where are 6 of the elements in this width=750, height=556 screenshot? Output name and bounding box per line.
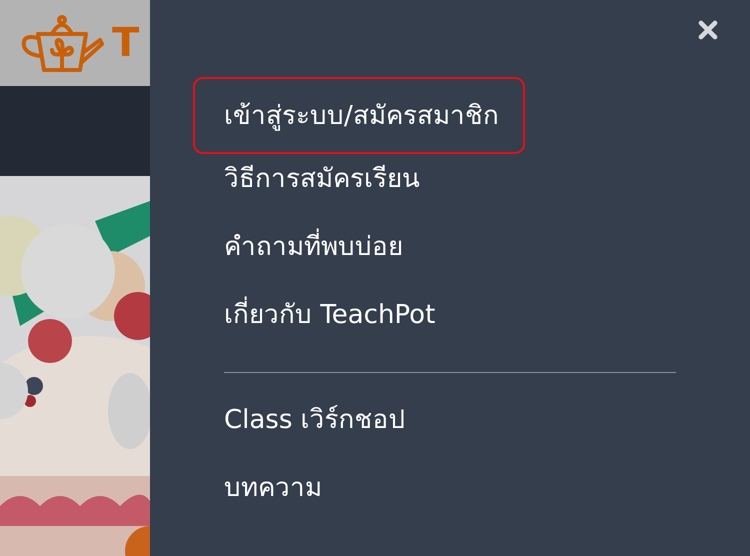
- menu-item[interactable]: เข้าสู่ระบบ/สมัครสมาชิก: [193, 77, 525, 154]
- logo-text: T: [112, 23, 140, 63]
- menu-item[interactable]: บทความ: [193, 454, 353, 522]
- menu-item[interactable]: Class เวิร์กชอป: [193, 386, 437, 454]
- menu-item[interactable]: เกี่ยวกับ TeachPot: [193, 281, 466, 349]
- menu-item[interactable]: คำถามที่พบบ่อย: [193, 213, 434, 281]
